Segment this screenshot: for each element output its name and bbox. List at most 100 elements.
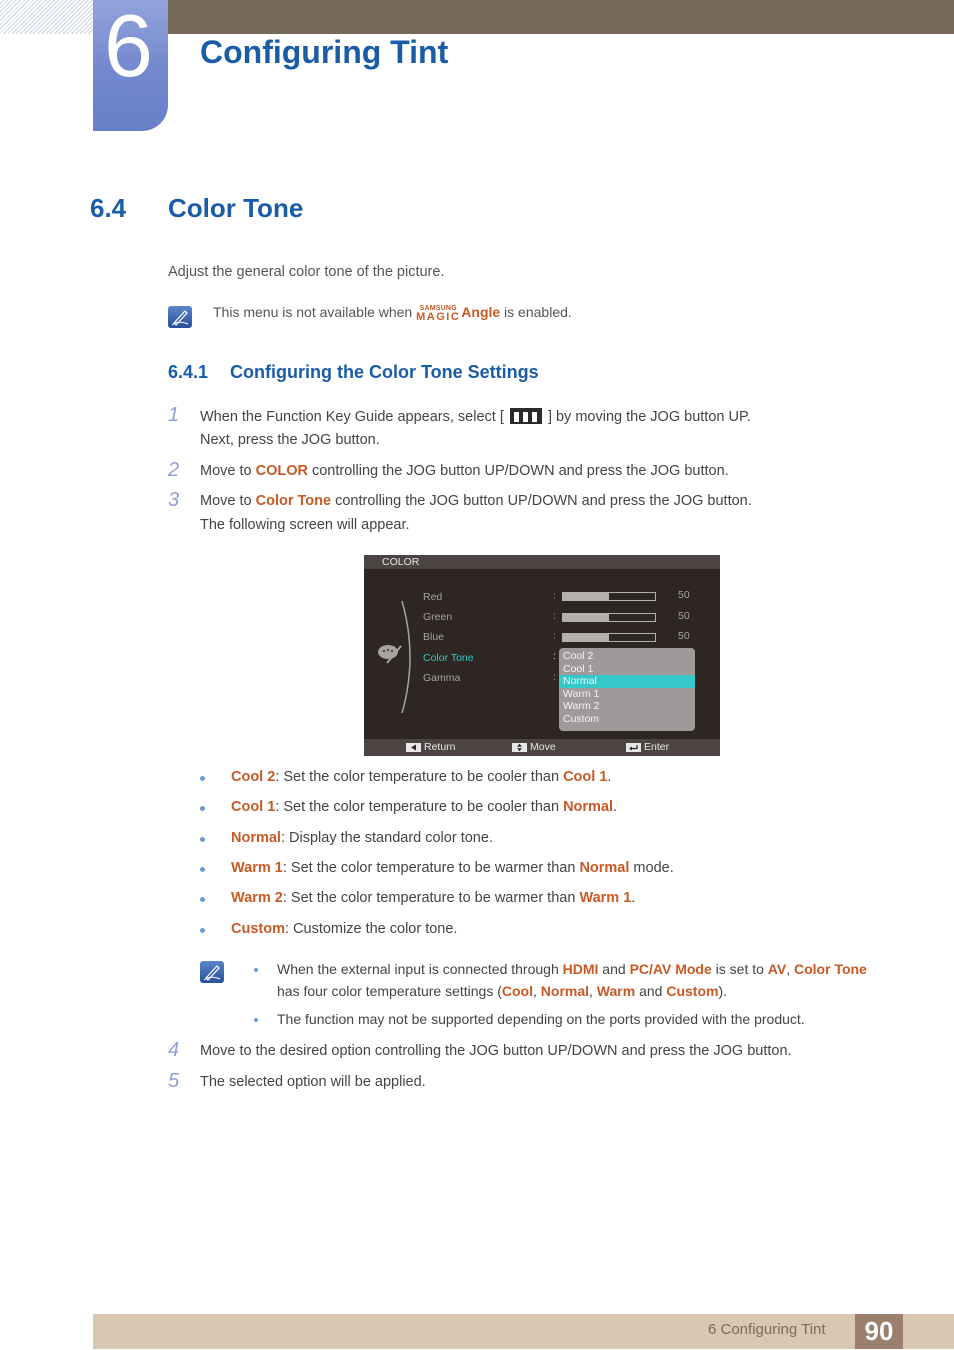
option-cool1-description: Cool 1: Set the color temperature to be … bbox=[231, 799, 617, 815]
osd-separator: : bbox=[553, 631, 556, 642]
option-normal-description: Normal: Display the standard color tone. bbox=[231, 830, 493, 846]
step-text-part: controlling the JOG button UP/DOWN and p… bbox=[307, 463, 729, 479]
chapter-title: Configuring Tint bbox=[200, 34, 449, 70]
bullet-dot bbox=[200, 806, 205, 811]
step-number: 1 bbox=[168, 404, 180, 426]
osd-item-blue: Blue bbox=[423, 631, 445, 643]
intro-text: Adjust the general color tone of the pic… bbox=[168, 264, 445, 280]
note-highlight: Cool bbox=[501, 983, 533, 999]
option-text: : Set the color temperature to be warmer… bbox=[282, 860, 580, 876]
note-text: , bbox=[533, 983, 541, 999]
note-highlight: Custom bbox=[666, 983, 719, 999]
step-text-line2: The following screen will appear. bbox=[200, 517, 410, 533]
option-name: Warm 1 bbox=[231, 860, 283, 876]
option-cool2-description: Cool 2: Set the color temperature to be … bbox=[231, 769, 611, 785]
header-bar bbox=[168, 0, 954, 34]
bullet-dot bbox=[254, 968, 258, 972]
slider-fill bbox=[563, 593, 609, 600]
bullet-dot bbox=[200, 867, 205, 872]
osd-return-hint: Return bbox=[406, 739, 456, 756]
page-number: 90 bbox=[855, 1314, 903, 1349]
left-arrow-key-icon bbox=[406, 743, 421, 752]
osd-return-label: Return bbox=[424, 741, 456, 753]
osd-red-slider bbox=[562, 592, 656, 601]
slider-fill bbox=[563, 634, 609, 641]
note-text: This menu is not available when bbox=[213, 304, 417, 320]
option-text: : Set the color temperature to be warmer… bbox=[282, 890, 580, 906]
osd-option: Custom bbox=[563, 712, 600, 725]
step-text: When the Function Key Guide appears, sel… bbox=[200, 408, 751, 425]
osd-move-hint: Move bbox=[512, 739, 556, 756]
note-pencil-icon bbox=[200, 961, 224, 983]
note-highlight: Color Tone bbox=[794, 961, 867, 977]
osd-color-tone-dropdown: Cool 2 Cool 1 Normal Warm 1 Warm 2 Custo… bbox=[559, 648, 695, 731]
option-name: Cool 2 bbox=[231, 769, 276, 785]
step-number: 5 bbox=[168, 1070, 180, 1092]
section-title: Color Tone bbox=[168, 193, 304, 223]
osd-move-label: Move bbox=[530, 741, 556, 753]
osd-blue-slider bbox=[562, 633, 656, 642]
subsection-title: Configuring the Color Tone Settings bbox=[230, 362, 539, 382]
osd-separator: : bbox=[553, 591, 556, 602]
option-end: mode. bbox=[629, 860, 674, 876]
bullet-dot bbox=[200, 897, 205, 902]
note-ports-support: The function may not be supported depend… bbox=[277, 1011, 805, 1027]
option-text: : Display the standard color tone. bbox=[280, 830, 493, 846]
osd-item-gamma: Gamma bbox=[423, 672, 461, 684]
option-name: Cool 1 bbox=[231, 799, 276, 815]
step-text: Move to the desired option controlling t… bbox=[200, 1043, 792, 1059]
note-text: ). bbox=[718, 983, 728, 999]
note-highlight: PC/AV Mode bbox=[629, 961, 712, 977]
bullet-dot bbox=[200, 928, 205, 933]
note-highlight: AV bbox=[767, 961, 787, 977]
note-highlight: Warm bbox=[596, 983, 636, 999]
osd-green-slider bbox=[562, 613, 656, 622]
option-ref: Normal bbox=[563, 799, 614, 815]
osd-enter-label: Enter bbox=[644, 741, 670, 753]
osd-footer: Return Move Enter bbox=[364, 739, 720, 756]
osd-option: Cool 1 bbox=[563, 662, 594, 675]
osd-blue-value: 50 bbox=[678, 630, 690, 642]
step-text-part: ] by moving the JOG button UP. bbox=[547, 409, 751, 425]
note-highlight: HDMI bbox=[562, 961, 599, 977]
slider-fill bbox=[563, 614, 609, 621]
osd-option: Warm 1 bbox=[563, 687, 600, 700]
header-hatch-decoration bbox=[0, 0, 93, 34]
up-down-arrow-key-icon bbox=[512, 743, 527, 752]
option-ref: Normal bbox=[579, 860, 630, 876]
step-text-part: Move to bbox=[200, 493, 256, 509]
step-text: The selected option will be applied. bbox=[200, 1074, 426, 1090]
footer-chapter-label: 6 Configuring Tint bbox=[708, 1321, 826, 1338]
osd-red-value: 50 bbox=[678, 589, 690, 601]
note-text: , bbox=[589, 983, 597, 999]
note-text: has four color temperature settings ( bbox=[277, 983, 502, 999]
note-text: , bbox=[786, 961, 794, 977]
bullet-dot bbox=[254, 1018, 258, 1022]
step-text-line2: Next, press the JOG button. bbox=[200, 432, 380, 448]
osd-option: Cool 2 bbox=[563, 650, 594, 662]
option-text: : Set the color temperature to be cooler… bbox=[275, 769, 564, 785]
option-end: . bbox=[607, 769, 612, 785]
note-hdmi-av-mode: When the external input is connected thr… bbox=[277, 958, 877, 1002]
option-ref: Cool 1 bbox=[563, 769, 608, 785]
step-number: 3 bbox=[168, 489, 180, 511]
osd-item-red: Red bbox=[423, 591, 443, 603]
bullet-dot bbox=[200, 837, 205, 842]
step-text-part: When the Function Key Guide appears, sel… bbox=[200, 409, 504, 425]
osd-option: Warm 2 bbox=[563, 700, 600, 712]
note-magic-angle: This menu is not available when SAMSUNG M… bbox=[213, 304, 572, 323]
osd-color-menu-screenshot: COLOR Red Green Blue Color Tone Gamma : … bbox=[364, 555, 720, 756]
option-warm2-description: Warm 2: Set the color temperature to be … bbox=[231, 890, 635, 906]
step-number: 4 bbox=[168, 1039, 180, 1061]
step-text-part: Move to bbox=[200, 463, 256, 479]
note-text: and bbox=[598, 961, 630, 977]
option-warm1-description: Warm 1: Set the color temperature to be … bbox=[231, 860, 674, 876]
function-key-icon bbox=[509, 408, 542, 424]
step-number: 2 bbox=[168, 459, 180, 481]
note-highlight: Angle bbox=[461, 304, 501, 320]
step-text: Move to COLOR controlling the JOG button… bbox=[200, 463, 729, 479]
option-end: . bbox=[613, 799, 618, 815]
option-custom-description: Custom: Customize the color tone. bbox=[231, 921, 457, 937]
osd-item-color-tone: Color Tone bbox=[423, 652, 474, 664]
osd-separator: : bbox=[553, 672, 556, 683]
